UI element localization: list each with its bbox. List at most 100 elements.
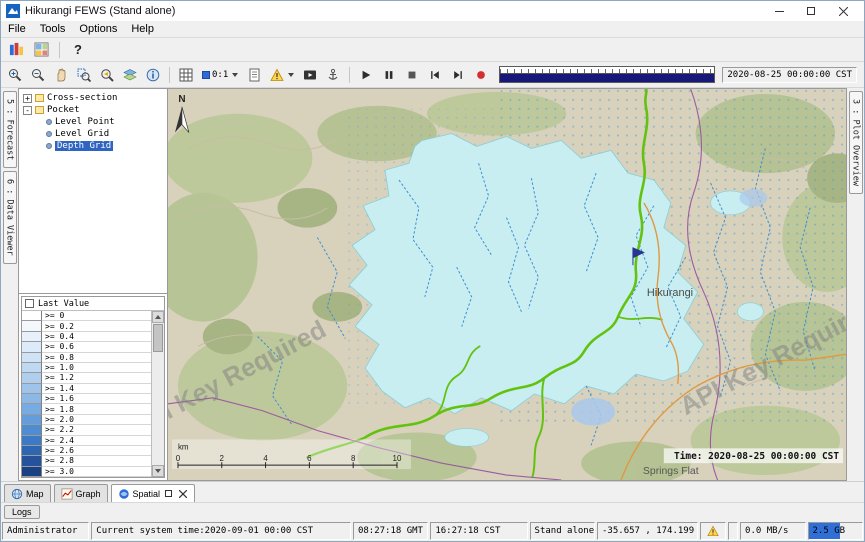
help-icon: ? [74, 42, 82, 57]
layer-dot-icon [46, 131, 52, 137]
tree-node-label: Level Point [55, 117, 115, 127]
expand-icon[interactable]: + [23, 94, 32, 103]
tab-graph[interactable]: Graph [54, 484, 108, 502]
tree-node-depth-grid[interactable]: Depth Grid [19, 140, 167, 152]
movie-export-button[interactable] [299, 65, 321, 85]
legend-row: >= 0.4 [22, 332, 151, 342]
grid-display-button[interactable] [175, 65, 197, 85]
tab-data-viewer[interactable]: 6 : Data Viewer [3, 171, 17, 264]
layer-dot-icon [46, 119, 52, 125]
timeseries-button[interactable] [243, 65, 265, 85]
minimize-icon[interactable] [763, 2, 795, 20]
legend-row: >= 2.8 [22, 456, 151, 466]
scale-tick-label: 0 [176, 454, 181, 463]
zoom-previous-button[interactable] [96, 65, 118, 85]
scale-bar: km 0 2 4 6 8 10 [172, 439, 411, 469]
scroll-up-icon[interactable] [152, 311, 164, 323]
legend-label: >= 1.8 [42, 404, 151, 414]
legend-swatch [22, 436, 42, 446]
legend-label: >= 1.4 [42, 384, 151, 394]
close-icon[interactable] [827, 2, 859, 20]
tree-node-pocket[interactable]: - Pocket [19, 104, 167, 116]
tree-node-label: Pocket [47, 105, 80, 115]
legend-swatch [22, 415, 42, 425]
menu-tools[interactable]: Tools [33, 22, 73, 36]
legend-row: >= 0.2 [22, 321, 151, 331]
menu-help[interactable]: Help [124, 22, 161, 36]
interval-value: 0:1 [212, 70, 228, 80]
warnings-dropdown[interactable] [266, 65, 298, 85]
map-canvas[interactable]: Hikurangi Springs Flat API Key Required … [168, 89, 846, 480]
scale-tick-label: 10 [393, 454, 402, 463]
tree-node-label-selected: Depth Grid [55, 141, 113, 151]
record-icon [475, 69, 487, 81]
toolbar-separator [349, 67, 350, 83]
interval-dropdown[interactable]: 0:1 [198, 65, 242, 85]
legend-swatch [22, 394, 42, 404]
scale-unit: km [178, 442, 189, 451]
layers-icon [123, 68, 137, 82]
last-value-checkbox[interactable] [25, 299, 34, 308]
menu-options[interactable]: Options [72, 22, 124, 36]
zoom-in-button[interactable] [4, 65, 26, 85]
legend-row: >= 0.6 [22, 342, 151, 352]
play-button[interactable] [355, 65, 377, 85]
scrollbar-thumb[interactable] [153, 324, 163, 352]
tab-map[interactable]: Map [4, 484, 51, 502]
interval-icon [202, 71, 210, 79]
legend-label: >= 2.2 [42, 425, 151, 435]
tree-node-label: Cross-section [47, 93, 117, 103]
chevron-down-icon [288, 73, 294, 77]
legend-swatch [22, 321, 42, 331]
legend-scrollbar[interactable] [151, 311, 164, 477]
menu-file[interactable]: File [1, 22, 33, 36]
tab-spatial[interactable]: Spatial [111, 484, 196, 502]
spatial-display-button[interactable] [30, 40, 52, 60]
tab-forecast[interactable]: 5 : Forecast [3, 91, 17, 168]
zoom-out-button[interactable] [27, 65, 49, 85]
tree-node-level-grid[interactable]: Level Grid [19, 128, 167, 140]
timeline-track[interactable] [500, 74, 714, 82]
collapse-icon[interactable]: - [23, 106, 32, 115]
legend-label: >= 2.0 [42, 415, 151, 425]
map-time-text: Time: 2020-08-25 00:00:00 CST [674, 451, 839, 462]
step-backward-icon [429, 69, 441, 81]
zoom-in-icon [8, 68, 22, 82]
legend-label: >= 3.0 [42, 467, 151, 477]
logs-button[interactable]: Logs [4, 505, 40, 519]
pause-button[interactable] [378, 65, 400, 85]
explorer-button[interactable] [5, 40, 27, 60]
legend-label: >= 2.6 [42, 446, 151, 456]
window-controls [763, 2, 859, 20]
legend-row: >= 2.0 [22, 415, 151, 425]
pan-hand-icon [54, 68, 68, 82]
layers-button[interactable] [119, 65, 141, 85]
status-warning[interactable] [700, 522, 726, 540]
maximize-icon[interactable] [795, 2, 827, 20]
tab-plot-overview[interactable]: 3 : Plot Overview [849, 91, 863, 194]
legend-label: >= 1.0 [42, 363, 151, 373]
tree-node-level-point[interactable]: Level Point [19, 116, 167, 128]
close-tab-icon[interactable] [177, 488, 188, 499]
timeline-slider[interactable] [499, 66, 715, 83]
tree-node-cross-section[interactable]: + Cross-section [19, 92, 167, 104]
scroll-down-icon[interactable] [152, 465, 164, 477]
main-area: 5 : Forecast 6 : Data Viewer + Cross-sec… [1, 88, 864, 481]
legend-row: >= 1.4 [22, 384, 151, 394]
stop-button[interactable] [401, 65, 423, 85]
help-button[interactable]: ? [67, 40, 89, 60]
chevron-down-icon [232, 73, 238, 77]
step-backward-button[interactable] [424, 65, 446, 85]
profile-tool-button[interactable] [322, 65, 344, 85]
layer-tree: + Cross-section - Pocket Level Point Lev… [19, 89, 167, 294]
water-patch [739, 189, 767, 207]
step-forward-button[interactable] [447, 65, 469, 85]
zoom-region-button[interactable] [73, 65, 95, 85]
legend-label: >= 1.6 [42, 394, 151, 404]
map-panel: Hikurangi Springs Flat API Key Required … [168, 88, 847, 481]
pan-button[interactable] [50, 65, 72, 85]
record-button[interactable] [470, 65, 492, 85]
legend-swatch [22, 373, 42, 383]
info-button[interactable] [142, 65, 164, 85]
detach-tab-icon[interactable] [163, 488, 174, 499]
